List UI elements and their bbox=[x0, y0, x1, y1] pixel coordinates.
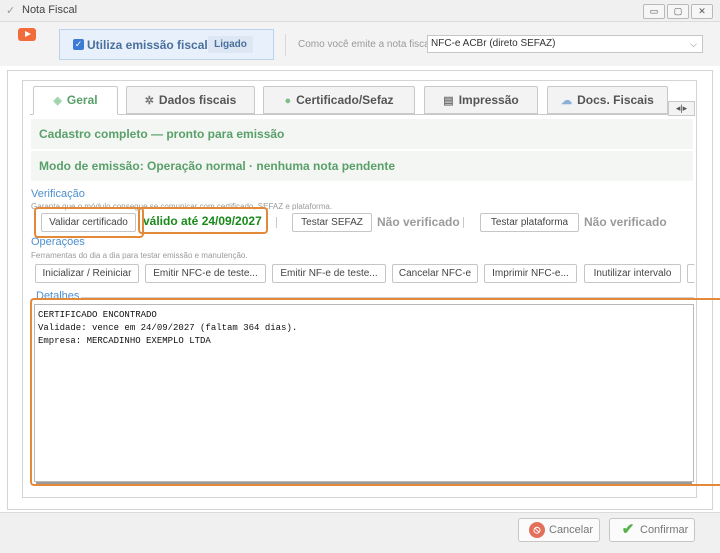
confirm-label: Confirmar bbox=[640, 524, 689, 536]
close-button[interactable]: ✕ bbox=[691, 4, 713, 19]
verificacao-title: Verificação bbox=[31, 188, 85, 200]
minimize-button[interactable]: ▭ bbox=[643, 4, 665, 19]
emit-method-value: NFC-e ACBr (direto SEFAZ) bbox=[431, 38, 556, 49]
operacoes-description: Ferramentas do dia a dia para testar emi… bbox=[31, 251, 248, 260]
confirm-button[interactable]: ✔ Confirmar bbox=[609, 518, 695, 542]
emission-checkbox[interactable]: ✓ bbox=[73, 39, 84, 50]
check-icon: ✔ bbox=[621, 521, 635, 539]
tab-label: Certificado/Sefaz bbox=[296, 93, 394, 107]
sefaz-status: Não verificado bbox=[377, 215, 460, 229]
print-nfce-button[interactable]: Imprimir NFC-e... bbox=[484, 264, 577, 283]
tab-geral[interactable]: ◈ Geral bbox=[33, 86, 118, 115]
check-circle-icon: ● bbox=[284, 95, 292, 107]
status-emission-mode: Modo de emissão: Operação normal · nenhu… bbox=[31, 151, 693, 181]
test-platform-button[interactable]: Testar plataforma bbox=[480, 213, 579, 232]
emit-nfe-test-button[interactable]: Emitir NF-e de teste... bbox=[272, 264, 386, 283]
highlight-validate-button bbox=[34, 207, 144, 238]
tab-docs-fiscais[interactable]: ☁ Docs. Fiscais bbox=[547, 86, 668, 114]
chevron-down-icon: ⌵ bbox=[690, 39, 697, 49]
cancel-nfce-button[interactable]: Cancelar NFC-e bbox=[392, 264, 478, 283]
highlight-cert-status bbox=[138, 207, 268, 234]
window-titlebar: ✓ Nota Fiscal ▭ ▢ ✕ bbox=[0, 0, 720, 22]
tab-scroll-arrows[interactable]: ◂|▸ bbox=[668, 101, 695, 116]
video-help-icon[interactable] bbox=[18, 28, 36, 41]
tab-label: Docs. Fiscais bbox=[577, 93, 654, 107]
more-operations-button[interactable] bbox=[687, 264, 695, 283]
tab-dados-fiscais[interactable]: ✲ Dados fiscais bbox=[126, 86, 255, 114]
window-title: Nota Fiscal bbox=[22, 4, 78, 16]
tab-baseline bbox=[30, 114, 695, 115]
emit-method-select[interactable]: NFC-e ACBr (direto SEFAZ) ⌵ bbox=[427, 35, 703, 53]
cancel-button[interactable]: ⦸ Cancelar bbox=[518, 518, 600, 542]
cancel-label: Cancelar bbox=[549, 524, 594, 536]
tab-label: Dados fiscais bbox=[158, 93, 237, 107]
tab-label: Geral bbox=[66, 93, 98, 107]
emission-status-badge: Ligado bbox=[208, 36, 253, 53]
tab-impressao[interactable]: ▤ Impressão bbox=[424, 86, 538, 114]
cancel-icon: ⦸ bbox=[529, 522, 545, 539]
status-registration: Cadastro completo — pronto para emissão bbox=[31, 119, 693, 149]
tab-label: Impressão bbox=[458, 93, 519, 107]
emission-toggle-label[interactable]: Utiliza emissão fiscal bbox=[87, 38, 208, 52]
printer-icon: ▤ bbox=[443, 95, 454, 107]
emit-method-question: Como você emite a nota fiscal? bbox=[298, 39, 438, 50]
gem-icon: ◈ bbox=[53, 95, 62, 107]
void-range-button[interactable]: Inutilizar intervalo bbox=[584, 264, 681, 283]
cloud-icon: ☁ bbox=[561, 95, 573, 107]
header-divider bbox=[285, 34, 286, 56]
test-sefaz-button[interactable]: Testar SEFAZ bbox=[292, 213, 372, 232]
app-check-icon: ✓ bbox=[6, 5, 16, 17]
init-restart-button[interactable]: Inicializar / Reiniciar bbox=[35, 264, 139, 283]
restore-button[interactable]: ▢ bbox=[667, 4, 689, 19]
platform-status: Não verificado bbox=[584, 215, 667, 229]
highlight-details bbox=[30, 298, 720, 486]
emit-nfce-test-button[interactable]: Emitir NFC-e de teste... bbox=[145, 264, 266, 283]
tab-certificado-sefaz[interactable]: ● Certificado/Sefaz bbox=[263, 86, 415, 114]
separator bbox=[463, 217, 464, 228]
separator bbox=[276, 217, 277, 228]
gear-icon: ✲ bbox=[144, 95, 154, 107]
